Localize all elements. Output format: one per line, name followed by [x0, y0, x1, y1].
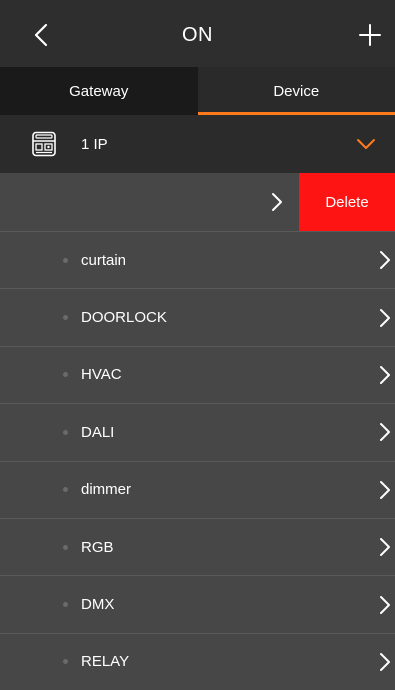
- tab-gateway[interactable]: Gateway: [0, 67, 198, 115]
- chevron-right-icon: [377, 364, 393, 386]
- bullet-dot-icon: [63, 372, 68, 377]
- chevron-right-icon[interactable]: [266, 191, 288, 213]
- bullet-dot-icon: [63, 545, 68, 550]
- list-item-label: DOORLOCK: [81, 289, 167, 345]
- chevron-down-icon[interactable]: [355, 133, 377, 155]
- bullet-dot-icon: [63, 602, 68, 607]
- plus-icon: [359, 24, 381, 46]
- chevron-right-icon: [377, 421, 393, 443]
- list-item-dimmer[interactable]: dimmer: [0, 461, 395, 518]
- chevron-right-icon: [377, 307, 393, 329]
- gateway-group-label: 1 IP: [81, 115, 108, 173]
- list-item-dali[interactable]: DALI: [0, 403, 395, 460]
- device-list: curtain DOORLOCK HVAC DALI dimmer RGB DM…: [0, 231, 395, 690]
- chevron-right-icon: [377, 594, 393, 616]
- page-title: ON: [0, 0, 395, 70]
- list-item-relay[interactable]: RELAY: [0, 633, 395, 690]
- chevron-right-icon: [377, 249, 393, 271]
- bullet-dot-icon: [63, 487, 68, 492]
- bullet-dot-icon: [63, 258, 68, 263]
- list-item-curtain[interactable]: curtain: [0, 231, 395, 288]
- chevron-right-icon: [377, 479, 393, 501]
- list-item-rgb[interactable]: RGB: [0, 518, 395, 575]
- list-item-hvac[interactable]: HVAC: [0, 346, 395, 403]
- list-item-label: DMX: [81, 576, 114, 632]
- list-item-dmx[interactable]: DMX: [0, 575, 395, 632]
- delete-button[interactable]: Delete: [299, 173, 395, 231]
- chevron-right-icon: [377, 536, 393, 558]
- chevron-right-icon: [377, 651, 393, 673]
- bullet-dot-icon: [63, 659, 68, 664]
- list-item-label: HVAC: [81, 347, 122, 403]
- chevron-left-icon: [34, 23, 48, 47]
- add-button[interactable]: [357, 22, 383, 48]
- tab-device[interactable]: Device: [198, 67, 395, 115]
- back-button[interactable]: [28, 20, 54, 50]
- list-item-label: dimmer: [81, 462, 131, 518]
- list-item-label: DALI: [81, 404, 114, 460]
- list-item-label: curtain: [81, 232, 126, 288]
- list-item-doorlock[interactable]: DOORLOCK: [0, 288, 395, 345]
- list-item-label: RGB: [81, 519, 114, 575]
- swiped-list-item[interactable]: Delete: [0, 173, 395, 231]
- gateway-device-icon: [31, 131, 57, 157]
- bullet-dot-icon: [63, 315, 68, 320]
- bullet-dot-icon: [63, 430, 68, 435]
- gateway-group-header[interactable]: 1 IP: [0, 115, 395, 173]
- tab-bar: Gateway Device: [0, 67, 395, 115]
- top-bar: ON: [0, 0, 395, 70]
- list-item-label: RELAY: [81, 634, 129, 690]
